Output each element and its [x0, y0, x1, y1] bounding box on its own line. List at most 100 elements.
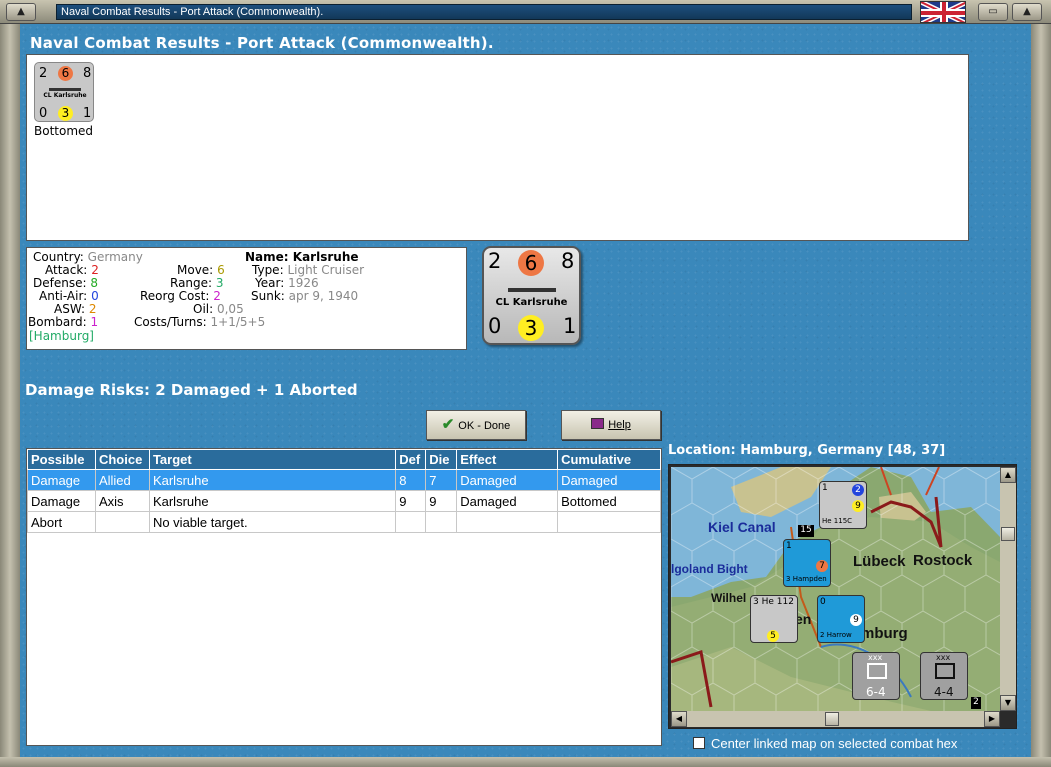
help-book-icon [591, 418, 605, 429]
infantry-icon [935, 663, 955, 679]
center-map-label: Center linked map on selected combat hex [711, 736, 958, 751]
counter-factor: 7 [816, 560, 828, 572]
info-antiair: Anti-Air: 0 [39, 289, 99, 303]
col-cumulative[interactable]: Cumulative [557, 449, 661, 470]
col-possible[interactable]: Possible [27, 449, 96, 470]
title-field: Naval Combat Results - Port Attack (Comm… [56, 4, 912, 20]
scroll-down-button[interactable]: ▼ [1000, 695, 1016, 711]
counter-army-6-4[interactable]: xxx 6-4 [852, 652, 900, 700]
table-row[interactable]: Abort No viable target. [27, 511, 661, 533]
unit-status: Bottomed [34, 124, 94, 138]
title-bar: ▲ Naval Combat Results - Port Attack (Co… [0, 0, 1051, 24]
minimize-button[interactable]: ▲ [6, 3, 36, 21]
col-effect[interactable]: Effect [456, 449, 559, 470]
col-die[interactable]: Die [425, 449, 458, 470]
cell-cumulative: Damaged [557, 469, 661, 491]
cell-target: No viable target. [148, 511, 397, 533]
stack-count-badge: 15 [798, 525, 814, 537]
dialog-content: Naval Combat Results - Port Attack (Comm… [20, 24, 1031, 757]
help-button[interactable]: Help [561, 410, 661, 440]
big-counter-defense: 8 [561, 249, 575, 273]
window-title: Naval Combat Results - Port Attack (Comm… [61, 6, 324, 18]
info-defense: Defense: 8 [33, 276, 98, 290]
cell-def [395, 511, 427, 533]
cell-def: 8 [395, 469, 427, 491]
counter-size: xxx [936, 653, 951, 662]
counter-he115c[interactable]: 1 2 9 He 115C [819, 481, 867, 529]
map-label-lubeck: Lübeck [853, 553, 906, 570]
map-label-heligoland: lgoland Bight [671, 562, 748, 576]
big-counter-name: CL Karlsruhe [495, 297, 568, 308]
info-attack: Attack: 2 [45, 263, 99, 277]
counter-factor: 9 [850, 614, 862, 626]
counter-name: Harrow [826, 631, 852, 639]
col-target[interactable]: Target [148, 449, 397, 470]
unit-results-panel: 2 6 8 CL Karlsruhe 0 3 1 Bottomed [26, 54, 969, 241]
ok-done-label: OK - Done [458, 420, 511, 432]
maximize-button[interactable]: ▲ [1012, 3, 1042, 21]
horizontal-scroll-thumb[interactable] [825, 712, 839, 726]
info-year: Year: 1926 [255, 276, 319, 290]
counter-attack: 2 [39, 66, 48, 81]
scroll-right-button[interactable]: ▶ [984, 711, 1000, 727]
col-def[interactable]: Def [395, 449, 427, 470]
info-country: Country: Germany [33, 250, 143, 264]
info-location: [Hamburg] [29, 329, 94, 343]
cell-target: Karlsruhe [148, 490, 397, 512]
counter-range: 1 [83, 106, 92, 121]
table-header-row: Possible Choice Target Def Die Effect Cu… [27, 449, 661, 470]
counter-antiair: 0 [39, 106, 48, 121]
table-row[interactable]: Damage Axis Karlsruhe 9 9 Damaged Bottom… [27, 490, 661, 512]
table-row[interactable]: Damage Allied Karlsruhe 8 7 Damaged Dama… [27, 469, 661, 491]
vertical-scroll-thumb[interactable] [1001, 527, 1015, 541]
damage-risks-label: Damage Risks: 2 Damaged + 1 Aborted [25, 381, 358, 399]
counter-harrow[interactable]: 0 9 2 Harrow [817, 595, 865, 643]
counter-size: xxx [868, 653, 883, 662]
cell-possible: Damage [27, 469, 96, 491]
cell-def: 9 [395, 490, 427, 512]
big-counter-range: 1 [563, 314, 577, 338]
map-vertical-scrollbar[interactable]: ▲ ▼ [1000, 467, 1016, 711]
scroll-left-button[interactable]: ◀ [671, 711, 687, 727]
checkmark-icon: ✔ [441, 416, 455, 433]
cell-effect [456, 511, 559, 533]
counter-army-4-4[interactable]: xxx 4-4 [920, 652, 968, 700]
info-bombard: Bombard: 1 [28, 315, 99, 329]
big-counter-factor: 3 [518, 315, 544, 341]
cell-choice: Axis [94, 490, 150, 512]
info-name: Name: Karlsruhe [245, 250, 359, 264]
restore-button[interactable]: ▭ [978, 3, 1008, 21]
info-costs: Costs/Turns: 1+1/5+5 [134, 315, 266, 329]
combat-results-table-panel: Possible Choice Target Def Die Effect Cu… [26, 448, 662, 746]
map-label-rostock: Rostock [913, 552, 973, 569]
right-border [1031, 24, 1051, 757]
info-range: Range: 3 [170, 276, 224, 290]
left-border [0, 24, 20, 757]
scroll-up-button[interactable]: ▲ [1000, 467, 1016, 483]
center-map-checkbox[interactable] [693, 737, 705, 749]
large-unit-counter: 2 6 8 CL Karlsruhe 0 3 1 [482, 246, 581, 345]
counter-name: CL Karlsruhe [43, 92, 87, 99]
counter-he112[interactable]: 3 He 112 5 [750, 595, 798, 643]
unit-counter-karlsruhe[interactable]: 2 6 8 CL Karlsruhe 0 3 1 [34, 62, 94, 122]
info-oil: Oil: 0,05 [193, 302, 244, 316]
cell-die: 7 [425, 469, 458, 491]
info-asw: ASW: 2 [54, 302, 97, 316]
big-counter-movement: 6 [518, 250, 544, 276]
map-horizontal-scrollbar[interactable]: ◀ ▶ [671, 711, 1000, 727]
cell-die [425, 511, 458, 533]
counter-value: 0 [820, 597, 826, 607]
counter-hampden[interactable]: 1 7 3 Hampden [783, 539, 831, 587]
counter-value: 3 [753, 597, 759, 607]
counter-factor: 3 [58, 106, 73, 121]
col-choice[interactable]: Choice [94, 449, 150, 470]
map-label-kiel: Kiel Canal [708, 519, 776, 535]
cell-choice: Allied [94, 469, 150, 491]
cell-cumulative: Bottomed [557, 490, 661, 512]
ship-icon [508, 288, 556, 292]
big-counter-antiair: 0 [488, 314, 502, 338]
ok-done-button[interactable]: ✔ OK - Done [426, 410, 526, 440]
center-map-option[interactable]: Center linked map on selected combat hex [693, 736, 957, 751]
map-label-hamburg: mburg [861, 625, 908, 642]
hex-map[interactable]: Kiel Canal Lübeck Rostock lgoland Bight … [671, 467, 1000, 711]
